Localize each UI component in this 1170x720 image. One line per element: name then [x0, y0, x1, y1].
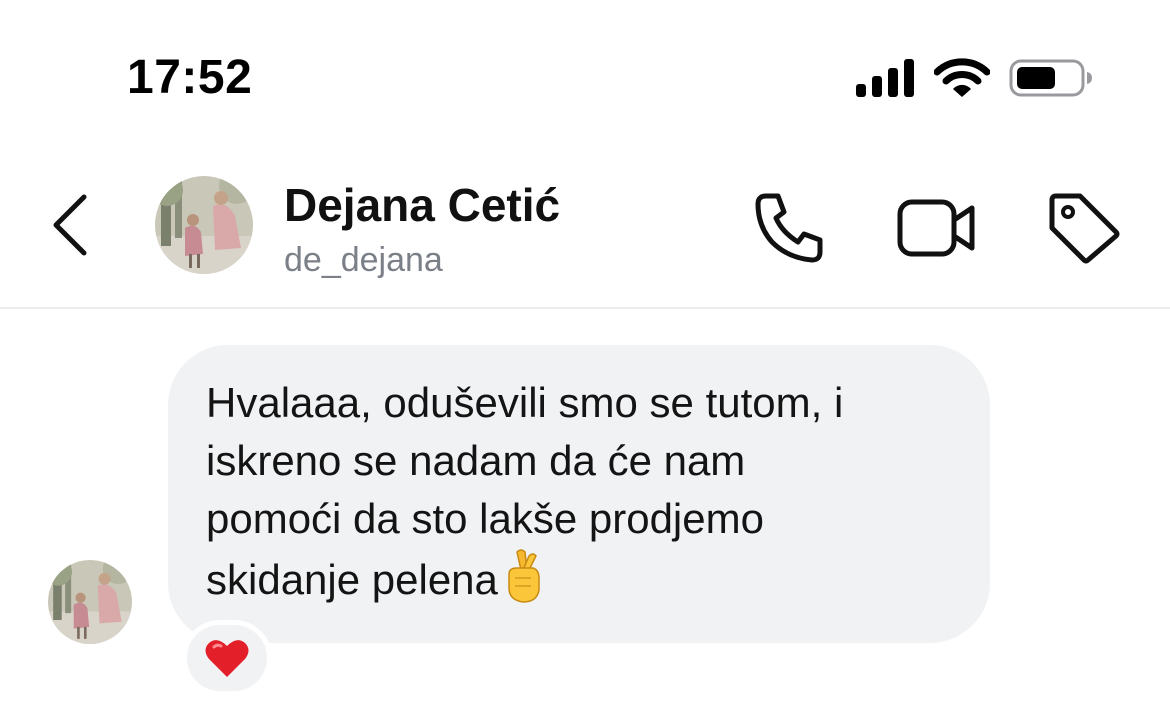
message-line: Hvalaaa, oduševili smo se tutom, i	[206, 379, 844, 426]
phone-icon[interactable]	[752, 190, 828, 266]
contact-handle[interactable]: de_dejana	[284, 240, 443, 280]
avatar-photo-icon	[48, 560, 132, 644]
tag-icon[interactable]	[1044, 190, 1122, 266]
red-heart-emoji	[205, 640, 249, 677]
header-divider	[0, 307, 1170, 309]
crossed-fingers-emoji	[508, 549, 541, 603]
video-camera-icon[interactable]	[894, 190, 978, 266]
battery-icon	[1009, 59, 1092, 97]
contact-avatar[interactable]	[155, 176, 253, 274]
sender-avatar[interactable]	[48, 560, 132, 644]
contact-name[interactable]: Dejana Cetić	[284, 178, 560, 232]
avatar-photo-icon	[155, 176, 253, 274]
message-line: skidanje pelena	[206, 556, 498, 603]
heart-reaction[interactable]	[182, 620, 272, 696]
cellular-signal-icon	[856, 59, 914, 97]
chat-screen: 17:52 Dejana Cetić de_dejana Hvalaaa, od…	[0, 0, 1170, 720]
chevron-left-icon[interactable]	[50, 193, 94, 257]
message-text[interactable]: Hvalaaa, oduševili smo se tutom, i iskre…	[206, 374, 966, 609]
message-line-last: skidanje pelena	[206, 548, 966, 609]
message-line: pomoći da sto lakše prodjemo	[206, 495, 764, 542]
status-time: 17:52	[127, 51, 253, 104]
message-line: iskreno se nadam da će nam	[206, 437, 746, 484]
wifi-icon	[934, 58, 990, 97]
